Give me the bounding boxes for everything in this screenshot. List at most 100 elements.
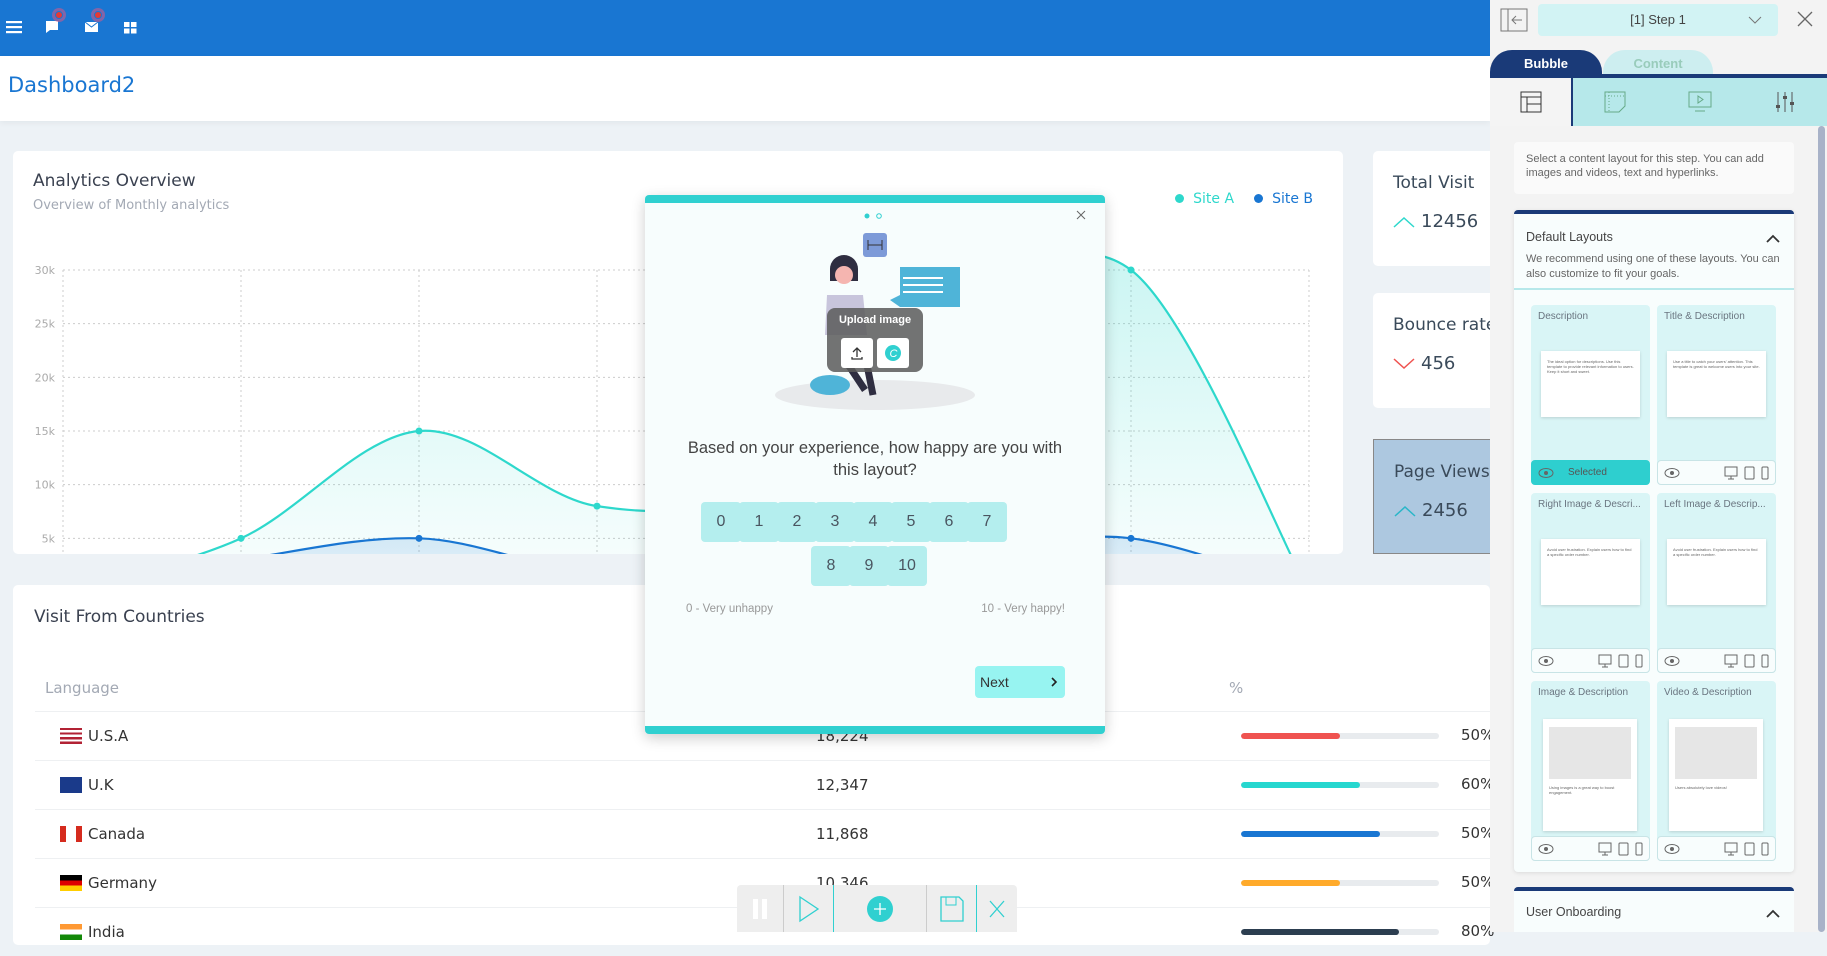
pause-button[interactable] — [737, 885, 784, 932]
canvas-icon — [1604, 91, 1626, 113]
country-name: U.K — [88, 776, 114, 794]
mobile-icon[interactable] — [1761, 466, 1769, 480]
y-tick-label: 15k — [35, 425, 56, 438]
tablet-icon[interactable] — [1744, 842, 1755, 856]
rating-button-7[interactable]: 7 — [967, 502, 1007, 542]
play-icon — [798, 895, 819, 922]
add-step-button[interactable] — [834, 885, 927, 932]
tablet-icon[interactable] — [1744, 466, 1755, 480]
tablet-icon[interactable] — [1618, 654, 1629, 668]
stat-value: 456 — [1421, 353, 1456, 374]
rating-button-6[interactable]: 6 — [929, 502, 969, 542]
close-icon[interactable] — [1795, 9, 1815, 29]
flag-icon — [60, 826, 82, 842]
preview-eye-icon[interactable] — [1664, 655, 1680, 667]
rating-button-4[interactable]: 4 — [853, 502, 893, 542]
layout-card[interactable]: Title & Description Use a title to catch… — [1657, 305, 1776, 485]
rating-button-8[interactable]: 8 — [811, 546, 851, 586]
y-tick-label: 30k — [35, 264, 56, 277]
layout-name: Right Image & Descri... — [1538, 499, 1641, 510]
panel-scrollbar[interactable] — [1818, 126, 1825, 932]
layout-card[interactable]: Left Image & Descrip... Avoid user frust… — [1657, 493, 1776, 673]
percent-bar-fill — [1241, 929, 1400, 935]
data-point — [1127, 534, 1135, 542]
close-toolbar-button[interactable] — [977, 885, 1017, 932]
percent-bar — [1241, 733, 1439, 739]
rating-button-1[interactable]: 1 — [739, 502, 779, 542]
layout-preview: Users absolutely love videos! — [1669, 719, 1763, 831]
preview-eye-icon[interactable] — [1664, 843, 1680, 855]
layout-preview: The ideal option for descriptions. Use t… — [1541, 351, 1640, 417]
background-tab[interactable] — [1573, 78, 1658, 126]
rating-button-10[interactable]: 10 — [887, 546, 927, 586]
chat-icon[interactable] — [44, 8, 66, 38]
next-button[interactable]: Next — [975, 666, 1065, 698]
rating-button-9[interactable]: 9 — [849, 546, 889, 586]
canva-button[interactable]: C — [877, 338, 909, 368]
mobile-icon[interactable] — [1761, 842, 1769, 856]
play-button[interactable] — [784, 885, 834, 932]
editor-panel: [1] Step 1 Bubble Content Select a conte… — [1490, 0, 1827, 932]
rating-button-2[interactable]: 2 — [777, 502, 817, 542]
country-name: India — [88, 923, 125, 941]
plus-icon — [867, 895, 893, 922]
adjustments-tab[interactable] — [1742, 78, 1827, 126]
mobile-icon[interactable] — [1761, 654, 1769, 668]
top-bar — [0, 0, 1490, 56]
rating-button-3[interactable]: 3 — [815, 502, 855, 542]
layout-preview-text: The ideal option for descriptions. Use t… — [1547, 359, 1634, 374]
preview-eye-icon[interactable] — [1538, 655, 1554, 667]
section-desc: We recommend using one of these layouts.… — [1526, 253, 1780, 280]
layout-card[interactable]: Right Image & Descri... Avoid user frust… — [1531, 493, 1650, 673]
bottom-toolbar — [737, 885, 1017, 932]
y-tick-label: 25k — [35, 318, 56, 331]
mobile-icon[interactable] — [1635, 842, 1643, 856]
apps-grid-icon[interactable] — [122, 16, 144, 38]
collapse-panel-icon[interactable] — [1500, 8, 1528, 32]
chevron-up-icon[interactable] — [1766, 909, 1780, 918]
tablet-icon[interactable] — [1744, 654, 1755, 668]
desktop-icon[interactable] — [1724, 654, 1738, 668]
layout-card-footer — [1657, 460, 1776, 485]
mobile-icon[interactable] — [1635, 654, 1643, 668]
preview-eye-icon[interactable] — [1538, 843, 1554, 855]
layout-tab[interactable] — [1490, 78, 1573, 126]
arrow-up-icon — [1393, 216, 1415, 228]
close-icon — [989, 900, 1005, 917]
monitor-play-icon — [1688, 91, 1712, 112]
chevron-up-icon[interactable] — [1766, 234, 1780, 243]
desktop-icon[interactable] — [1724, 466, 1738, 480]
layout-card[interactable]: Video & Description Users absolutely lov… — [1657, 681, 1776, 861]
canva-icon: C — [885, 345, 901, 361]
layout-card[interactable]: Description The ideal option for descrip… — [1531, 305, 1650, 485]
layout-preview-text: Avoid user frustration. Explain users ho… — [1547, 547, 1632, 557]
layout-name: Video & Description — [1664, 687, 1752, 698]
y-tick-label: 5k — [42, 532, 56, 545]
flag-icon — [60, 875, 82, 891]
layout-name: Image & Description — [1538, 687, 1629, 698]
layout-name: Title & Description — [1664, 311, 1745, 322]
desktop-icon[interactable] — [1598, 842, 1612, 856]
menu-icon[interactable] — [4, 16, 26, 38]
preview-eye-icon[interactable] — [1664, 467, 1680, 479]
upload-button[interactable] — [841, 338, 873, 368]
next-label: Next — [980, 674, 1009, 690]
save-button[interactable] — [927, 885, 977, 932]
media-tab[interactable] — [1658, 78, 1743, 126]
mail-icon[interactable] — [83, 8, 105, 38]
rating-button-0[interactable]: 0 — [701, 502, 741, 542]
step-dots — [864, 213, 882, 219]
stat-page-views[interactable]: Page Views 2456 — [1373, 439, 1503, 554]
desktop-icon[interactable] — [1598, 654, 1612, 668]
close-icon[interactable] — [1075, 209, 1087, 221]
step-select[interactable]: [1] Step 1 — [1538, 4, 1778, 36]
preview-eye-icon[interactable] — [1538, 467, 1554, 479]
desktop-icon[interactable] — [1724, 842, 1738, 856]
layout-card[interactable]: Image & Description Using images is a gr… — [1531, 681, 1650, 861]
tablet-icon[interactable] — [1618, 842, 1629, 856]
svg-text:C: C — [890, 348, 898, 360]
rating-button-5[interactable]: 5 — [891, 502, 931, 542]
bottom-accent-bar — [645, 726, 1105, 734]
layout-preview-text: Using images is a great way to boost eng… — [1549, 785, 1615, 795]
layout-card-footer — [1531, 648, 1650, 673]
